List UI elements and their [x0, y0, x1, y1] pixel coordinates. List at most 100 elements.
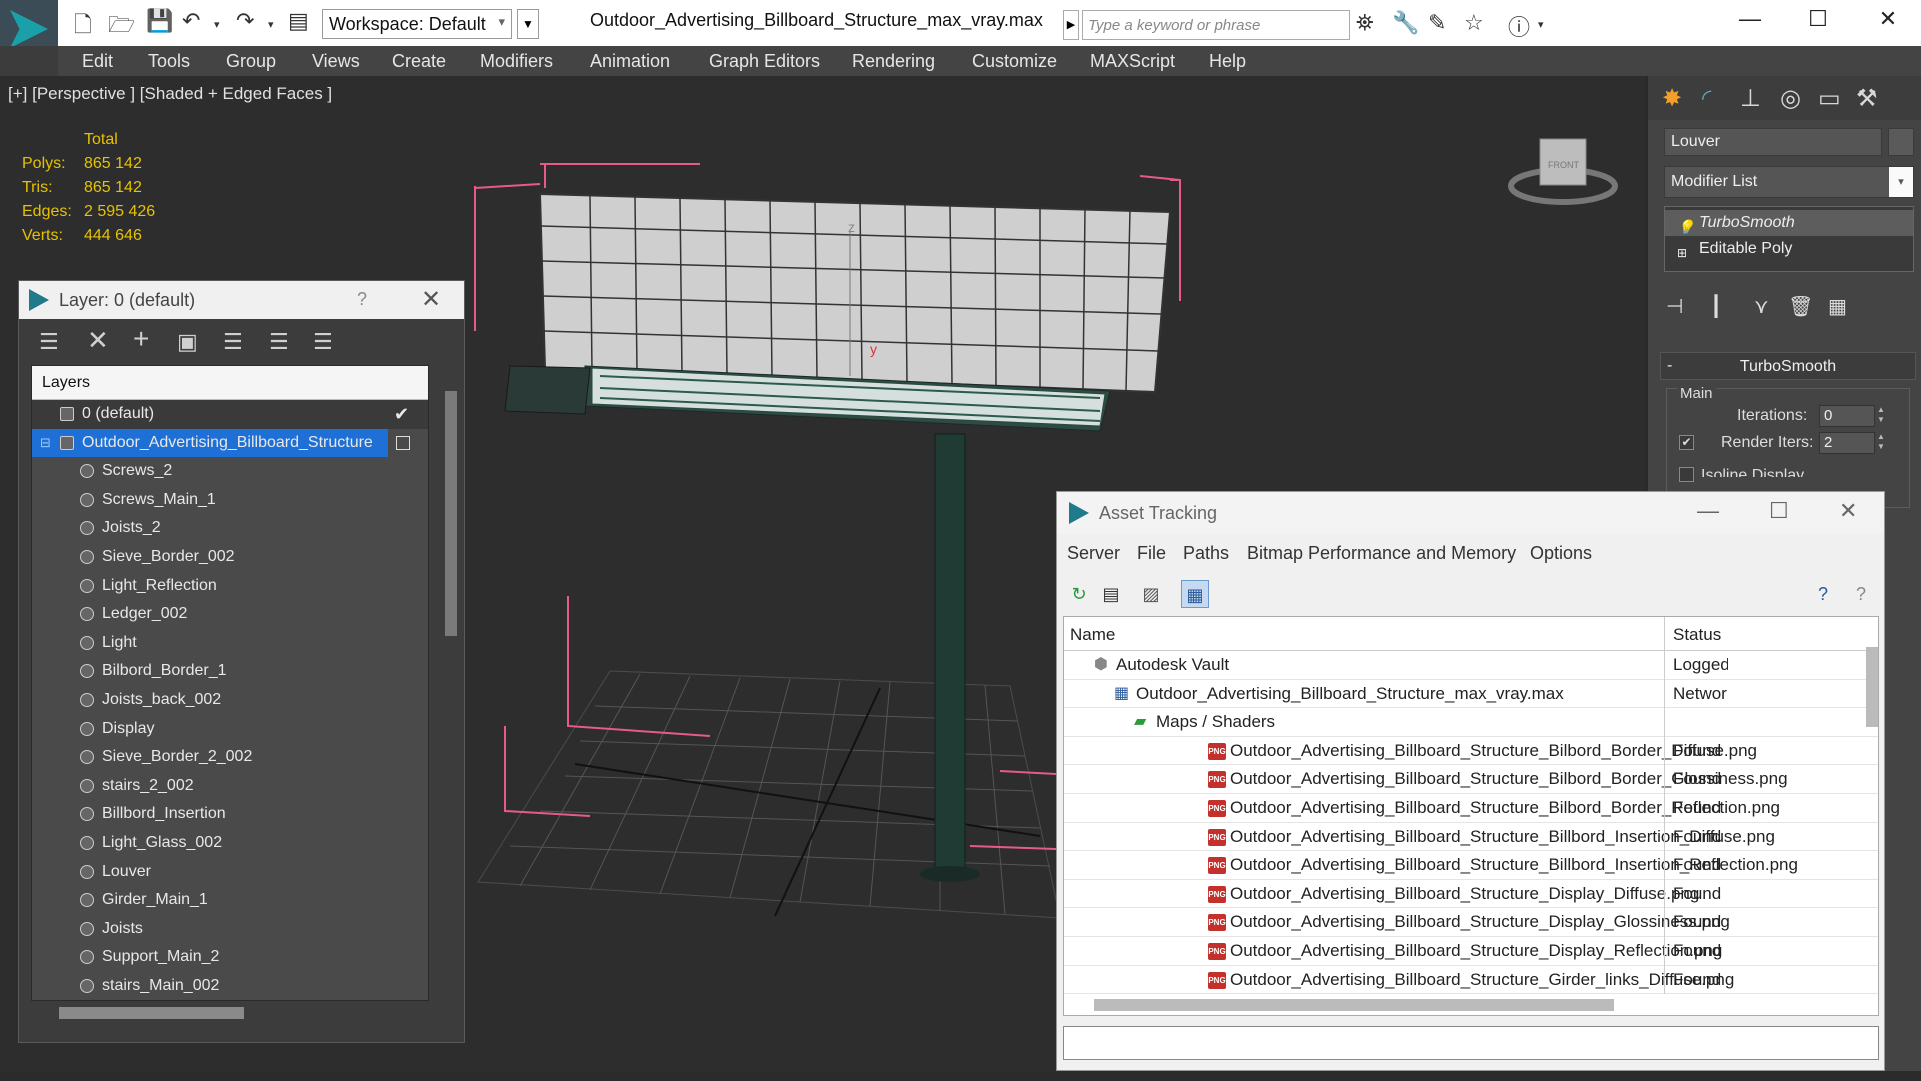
close-button[interactable]: ✕ [1868, 6, 1908, 32]
help-icon[interactable]: ? [1809, 580, 1837, 608]
name-column-header[interactable]: Name [1070, 625, 1115, 645]
spinner-arrows-icon[interactable]: ▲ ▼ [1877, 432, 1889, 454]
layer-object-row[interactable]: Bilbord_Border_1 [32, 657, 428, 686]
layer-object-row[interactable]: Joists [32, 915, 428, 944]
close-button[interactable]: ✕ [1839, 498, 1857, 524]
layer-object-row[interactable]: stairs_2_002 [32, 772, 428, 801]
new-file-icon[interactable]: 🗋 [74, 8, 92, 46]
vertical-scrollbar[interactable] [445, 391, 457, 636]
help-icon[interactable]: ? [357, 289, 367, 310]
pin-stack-icon[interactable]: ⊣ [1666, 294, 1683, 319]
spinner-arrows-icon[interactable]: ▲ ▼ [1877, 405, 1889, 427]
layer-panel-titlebar[interactable]: Layer: 0 (default) ? ✕ [19, 281, 464, 319]
search-expand-button[interactable]: ▶ [1063, 10, 1079, 40]
help-icon[interactable]: ⓘ [1508, 10, 1530, 42]
layer-object-row[interactable]: Support_Main_2 [32, 943, 428, 972]
asset-row[interactable]: PNG Outdoor_Advertising_Billboard_Structu… [1064, 851, 1878, 880]
hide-all-icon[interactable]: ☰ [313, 329, 333, 355]
asset-row[interactable]: ▦ Outdoor_Advertising_Billboard_Structure… [1064, 679, 1878, 709]
configure-sets-icon[interactable]: ▦ [1828, 294, 1847, 319]
make-unique-icon[interactable]: ⋎ [1754, 294, 1769, 319]
layer-object-row[interactable]: Ledger_002 [32, 600, 428, 629]
layer-object-row[interactable]: Sieve_Border_2_002 [32, 743, 428, 772]
menu-group[interactable]: Group [226, 51, 276, 72]
minimize-button[interactable]: — [1730, 6, 1770, 32]
help-dropdown-icon[interactable]: ▾ [1538, 18, 1544, 31]
menu-animation[interactable]: Animation [590, 51, 670, 72]
asset-row[interactable]: PNG Outdoor_Advertising_Billboard_Structu… [1064, 765, 1878, 794]
menu-help[interactable]: Help [1209, 51, 1246, 72]
viewport-label[interactable]: [+] [Perspective ] [Shaded + Edged Faces… [8, 84, 332, 104]
display-tab-icon[interactable]: ▭ [1818, 84, 1841, 113]
active-checkmark-icon[interactable]: ✔ [394, 400, 409, 428]
layer-object-row[interactable]: Sieve_Border_002 [32, 543, 428, 572]
layer-object-row[interactable]: Screws_2 [32, 457, 428, 486]
layer-row-selected[interactable]: ⊟ Outdoor_Advertising_Billboard_Structur… [32, 428, 428, 458]
key-icon[interactable]: 🔧 [1392, 10, 1419, 36]
layer-object-row[interactable]: stairs_Main_002 [32, 972, 428, 1000]
isoline-checkbox[interactable] [1679, 467, 1694, 482]
list-view-icon[interactable]: ▤ [1097, 580, 1125, 608]
layer-object-row[interactable]: Joists_back_002 [32, 686, 428, 715]
add-layer-icon[interactable]: + [133, 323, 149, 355]
asset-row[interactable]: PNG Outdoor_Advertising_Billboard_Structu… [1064, 965, 1878, 995]
table-view-icon[interactable]: ▦ [1181, 580, 1209, 608]
menu-bitmap-performance[interactable]: Bitmap Performance and Memory [1247, 543, 1516, 564]
layer-object-row[interactable]: Girder_Main_1 [32, 886, 428, 915]
menu-views[interactable]: Views [312, 51, 360, 72]
object-name-field[interactable]: Louver [1664, 128, 1882, 156]
menu-server[interactable]: Server [1067, 543, 1120, 564]
layer-object-row[interactable]: Screws_Main_1 [32, 486, 428, 515]
stack-item-editable-poly[interactable]: ⊞ Editable Poly [1665, 236, 1913, 262]
expand-icon[interactable]: ⊞ [1677, 240, 1687, 266]
menu-rendering[interactable]: Rendering [852, 51, 935, 72]
asset-tracking-titlebar[interactable]: Asset Tracking — ☐ ✕ [1057, 492, 1884, 534]
asset-row[interactable]: PNG Outdoor_Advertising_Billboard_Structu… [1064, 736, 1878, 766]
select-objects-icon[interactable]: ☰ [223, 329, 243, 355]
undo-dropdown-icon[interactable]: ▾ [214, 18, 220, 31]
menu-modifiers[interactable]: Modifiers [480, 51, 553, 72]
redo-icon[interactable]: ↷ [236, 8, 254, 34]
workspace-dropdown[interactable]: Workspace: Default ▾ [322, 9, 512, 39]
project-folder-icon[interactable]: ▤ [288, 8, 309, 34]
modifier-list-dropdown[interactable]: Modifier List ▾ [1664, 166, 1914, 198]
layer-object-row[interactable]: Billbord_Insertion [32, 800, 428, 829]
layers-column-header[interactable]: Layers [32, 366, 428, 400]
minimize-button[interactable]: — [1697, 498, 1719, 524]
search-input[interactable]: Type a keyword or phrase [1082, 10, 1350, 40]
show-end-result-icon[interactable]: ┃ [1710, 294, 1722, 319]
turbosmooth-rollout[interactable]: - TurboSmooth [1660, 352, 1916, 380]
render-iters-spinner[interactable]: 2 [1819, 432, 1875, 454]
asset-row[interactable]: ▰ Maps / Shaders [1064, 708, 1878, 737]
render-iters-checkbox[interactable]: ✔ [1679, 435, 1694, 450]
collapse-icon[interactable]: ⊟ [40, 429, 51, 457]
layer-object-row[interactable]: Display [32, 715, 428, 744]
menu-customize[interactable]: Customize [972, 51, 1057, 72]
star-icon[interactable]: ☆ [1464, 10, 1484, 36]
hierarchy-tab-icon[interactable]: ⊥ [1740, 84, 1761, 113]
layer-object-row[interactable]: Light_Glass_002 [32, 829, 428, 858]
highlight-layer-icon[interactable]: ☰ [269, 329, 289, 355]
layer-object-row[interactable]: Light [32, 629, 428, 658]
menu-paths[interactable]: Paths [1183, 543, 1229, 564]
open-file-icon[interactable]: 🗁 [108, 8, 135, 46]
redo-dropdown-icon[interactable]: ▾ [268, 18, 274, 31]
save-icon[interactable]: 💾 [146, 8, 173, 34]
menu-file[interactable]: File [1137, 543, 1166, 564]
asset-row[interactable]: PNG Outdoor_Advertising_Billboard_Structu… [1064, 793, 1878, 823]
vertical-scrollbar[interactable] [1866, 647, 1878, 727]
asset-row[interactable]: PNG Outdoor_Advertising_Billboard_Structu… [1064, 822, 1878, 852]
horizontal-scrollbar[interactable] [59, 1007, 244, 1019]
menu-maxscript[interactable]: MAXScript [1090, 51, 1175, 72]
delete-layer-icon[interactable]: ✕ [87, 325, 109, 356]
binoculars-icon[interactable]: ⛯ [1356, 10, 1374, 36]
layer-object-row[interactable]: Joists_2 [32, 514, 428, 543]
asset-row[interactable]: ⬢ Autodesk Vault Logged [1064, 651, 1878, 680]
help-settings-icon[interactable]: ? [1847, 580, 1875, 608]
utilities-tab-icon[interactable]: ⚒ [1856, 84, 1878, 113]
thumbnail-view-icon[interactable]: ▨ [1137, 580, 1165, 608]
maximize-button[interactable]: ☐ [1769, 498, 1789, 524]
modify-tab-icon[interactable]: ◜ [1702, 84, 1711, 113]
add-selection-icon[interactable]: ▣ [177, 329, 198, 355]
refresh-icon[interactable]: ↻ [1065, 580, 1093, 608]
